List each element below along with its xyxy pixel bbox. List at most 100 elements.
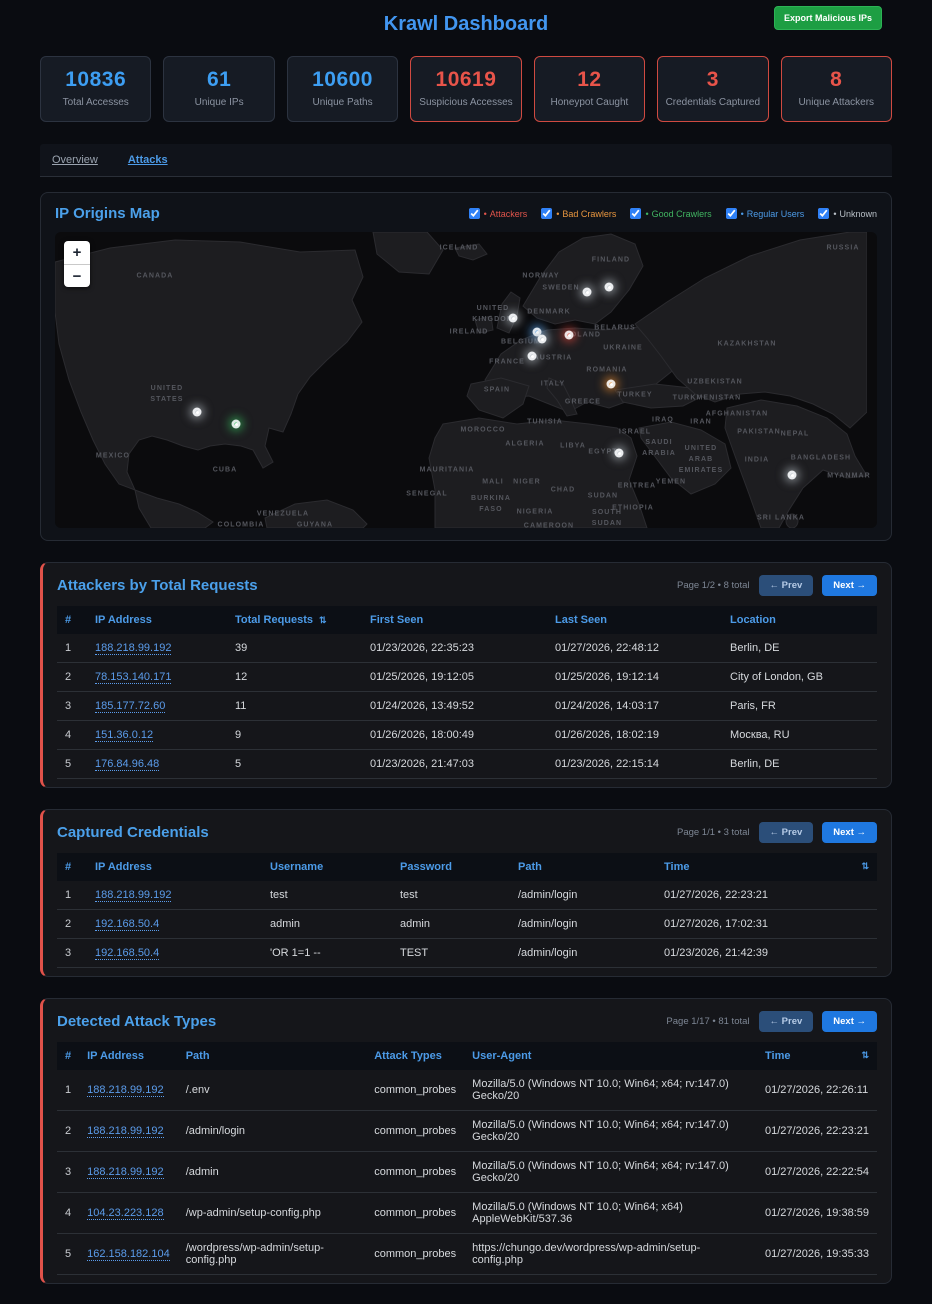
col-header-ip: IP Address <box>87 853 262 881</box>
credentials-title: Captured Credentials <box>57 824 209 841</box>
ip-link[interactable]: 192.168.50.4 <box>95 918 159 931</box>
ip-cell: 188.218.99.192 <box>87 881 262 910</box>
col-header-time[interactable]: Time⇅ <box>757 1042 877 1070</box>
stat-value: 8 <box>786 68 887 92</box>
ip-link[interactable]: 188.218.99.192 <box>87 1125 163 1138</box>
total-requests-cell: 11 <box>227 692 362 721</box>
location-cell: Москва, RU <box>722 721 877 750</box>
row-number: 2 <box>57 910 87 939</box>
last-seen-cell: 01/24/2026, 14:03:17 <box>547 692 722 721</box>
attacker-row: 4 151.36.0.12 9 01/26/2026, 18:00:49 01/… <box>57 721 877 750</box>
row-number: 5 <box>57 1234 79 1275</box>
col-header-username: Username <box>262 853 392 881</box>
legend-checkbox[interactable] <box>469 208 480 219</box>
row-number: 2 <box>57 1111 79 1152</box>
credential-row: 1 188.218.99.192 test test /admin/login … <box>57 881 877 910</box>
col-header-num: # <box>57 853 87 881</box>
user-agent-cell: Mozilla/5.0 (Windows NT 10.0; Win64; x64… <box>464 1152 757 1193</box>
map-marker-bad_crawler[interactable] <box>607 380 616 389</box>
path-cell: /admin/login <box>510 881 656 910</box>
attack-types-cell: common_probes <box>366 1152 464 1193</box>
map-marker-unknown[interactable] <box>538 335 547 344</box>
map-marker-unknown[interactable] <box>788 471 797 480</box>
next-page-button[interactable]: Next → <box>822 1011 877 1032</box>
col-header-total-requests[interactable]: Total Requests⇅ <box>227 606 362 634</box>
row-number: 4 <box>57 721 87 750</box>
tab[interactable]: Overview <box>52 154 98 166</box>
legend-checkbox[interactable] <box>630 208 641 219</box>
map-marker-attacker[interactable] <box>565 331 574 340</box>
legend-checkbox[interactable] <box>726 208 737 219</box>
legend-label: Good Crawlers <box>652 209 712 219</box>
map-marker-unknown[interactable] <box>509 314 518 323</box>
prev-page-button[interactable]: ← Prev <box>759 575 814 596</box>
attacker-row: 3 185.177.72.60 11 01/24/2026, 13:49:52 … <box>57 692 877 721</box>
sort-icon[interactable]: ⇅ <box>861 1050 869 1061</box>
next-page-button[interactable]: Next → <box>822 822 877 843</box>
username-cell: admin <box>262 910 392 939</box>
path-cell: /admin <box>178 1152 367 1193</box>
attack-row: 5 162.158.182.104 /wordpress/wp-admin/se… <box>57 1234 877 1275</box>
prev-page-button[interactable]: ← Prev <box>759 1011 814 1032</box>
ip-cell: 188.218.99.192 <box>79 1152 178 1193</box>
ip-link[interactable]: 188.218.99.192 <box>95 889 171 902</box>
ip-link[interactable]: 104.23.223.128 <box>87 1207 163 1220</box>
col-header-time[interactable]: Time⇅ <box>656 853 877 881</box>
username-cell: 'OR 1=1 -- <box>262 939 392 968</box>
zoom-in-button[interactable]: + <box>64 241 90 264</box>
credentials-header: Captured Credentials Page 1/1 • 3 total … <box>57 822 877 843</box>
ip-link[interactable]: 162.158.182.104 <box>87 1248 170 1261</box>
legend-checkbox[interactable] <box>818 208 829 219</box>
ip-link[interactable]: 151.36.0.12 <box>95 729 153 742</box>
next-page-button[interactable]: Next → <box>822 575 877 596</box>
export-malicious-ips-button[interactable]: Export Malicious IPs <box>774 6 882 30</box>
stat-value: 10619 <box>415 68 516 92</box>
legend-checkbox[interactable] <box>541 208 552 219</box>
ip-link[interactable]: 188.218.99.192 <box>87 1084 163 1097</box>
prev-page-button[interactable]: ← Prev <box>759 822 814 843</box>
attack-row: 4 104.23.223.128 /wp-admin/setup-config.… <box>57 1193 877 1234</box>
sort-icon[interactable]: ⇅ <box>861 861 869 872</box>
tab-bar: Overview Attacks <box>40 144 892 177</box>
stat-label: Unique Paths <box>292 97 393 108</box>
ip-link[interactable]: 176.84.96.48 <box>95 758 159 771</box>
first-seen-cell: 01/24/2026, 13:49:52 <box>362 692 547 721</box>
zoom-out-button[interactable]: − <box>64 264 90 287</box>
ip-link[interactable]: 188.218.99.192 <box>87 1166 163 1179</box>
attack-types-table: # IP Address Path Attack Types User-Agen… <box>57 1042 877 1275</box>
stat-label: Suspicious Accesses <box>415 97 516 108</box>
attacker-row: 2 78.153.140.171 12 01/25/2026, 19:12:05… <box>57 663 877 692</box>
page-info: Page 1/2 • 8 total <box>677 580 750 591</box>
path-cell: /admin/login <box>510 910 656 939</box>
sort-icon[interactable]: ⇅ <box>319 615 327 625</box>
user-agent-cell: Mozilla/5.0 (Windows NT 10.0; Win64; x64… <box>464 1070 757 1111</box>
map-marker-unknown[interactable] <box>583 288 592 297</box>
attackers-header: Attackers by Total Requests Page 1/2 • 8… <box>57 575 877 596</box>
map-marker-unknown[interactable] <box>193 408 202 417</box>
map-marker-unknown[interactable] <box>605 283 614 292</box>
legend-item: •Bad Crawlers <box>541 208 616 219</box>
col-header-user-agent: User-Agent <box>464 1042 757 1070</box>
total-requests-cell: 9 <box>227 721 362 750</box>
total-requests-cell: 5 <box>227 750 362 779</box>
map-marker-good_crawler[interactable] <box>232 420 241 429</box>
password-cell: admin <box>392 910 510 939</box>
ip-link[interactable]: 192.168.50.4 <box>95 947 159 960</box>
map-marker-unknown[interactable] <box>528 352 537 361</box>
password-cell: TEST <box>392 939 510 968</box>
legend-item: •Unknown <box>818 208 877 219</box>
ip-link[interactable]: 188.218.99.192 <box>95 642 171 655</box>
map-marker-unknown[interactable] <box>615 449 624 458</box>
time-cell: 01/27/2026, 22:23:21 <box>656 881 877 910</box>
stat-value: 12 <box>539 68 640 92</box>
ip-origins-map-card: IP Origins Map •Attackers •Bad Crawlers <box>40 192 892 541</box>
tab[interactable]: Attacks <box>128 154 168 166</box>
ip-cell: 104.23.223.128 <box>79 1193 178 1234</box>
stat-card: 12 Honeypot Caught <box>534 56 645 122</box>
map-viewport[interactable]: + − CANADAICELANDRUSSIANORWAYSWEDENFINLA… <box>55 232 877 528</box>
attack-types-title: Detected Attack Types <box>57 1013 216 1030</box>
first-seen-cell: 01/23/2026, 21:47:03 <box>362 750 547 779</box>
ip-link[interactable]: 78.153.140.171 <box>95 671 171 684</box>
ip-link[interactable]: 185.177.72.60 <box>95 700 165 713</box>
stat-card: 61 Unique IPs <box>163 56 274 122</box>
